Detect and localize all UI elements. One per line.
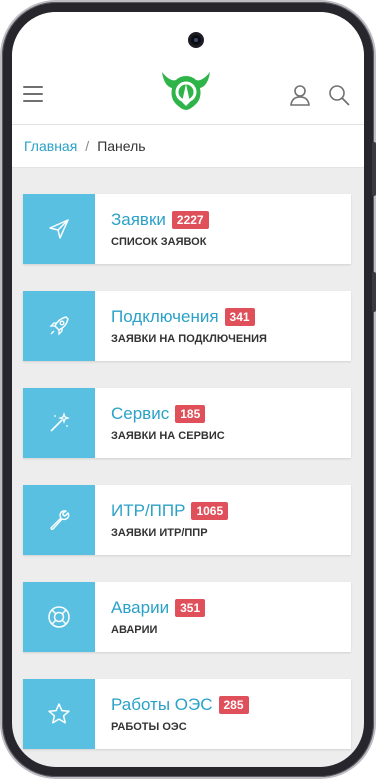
count-badge: 341 [224, 308, 255, 326]
card-title: Работы ОЭС [111, 695, 213, 714]
card-title: Аварии [111, 598, 170, 617]
card-subtitle: ЗАЯВКИ ИТР/ППР [111, 527, 208, 539]
card-service[interactable]: Сервис 185 ЗАЯВКИ НА СЕРВИС [23, 388, 351, 458]
breadcrumb-separator: / [85, 138, 90, 154]
card-subtitle: СПИСОК ЗАЯВОК [111, 236, 207, 248]
card-itr-ppr[interactable]: ИТР/ППР 1065 ЗАЯВКИ ИТР/ППР [23, 485, 351, 555]
count-badge: 351 [175, 599, 206, 617]
card-title: Заявки [111, 210, 166, 229]
screen: Главная / Панель Заявки 2227 СПИСОК ЗАЯВ… [12, 12, 364, 767]
send-icon [23, 194, 95, 264]
power-button [372, 272, 376, 312]
rocket-icon [23, 291, 95, 361]
lifebuoy-icon [23, 582, 95, 652]
volume-button [372, 142, 376, 196]
card-subtitle: ЗАЯВКИ НА СЕРВИС [111, 430, 225, 442]
card-title: ИТР/ППР [111, 501, 186, 520]
card-connections[interactable]: Подключения 341 ЗАЯВКИ НА ПОДКЛЮЧЕНИЯ [23, 291, 351, 361]
card-oes-works[interactable]: Работы ОЭС 285 РАБОТЫ ОЭС [23, 679, 351, 749]
card-title: Сервис [111, 404, 170, 423]
count-badge: 185 [175, 405, 206, 423]
search-icon[interactable] [328, 84, 350, 106]
card-subtitle: АВАРИИ [111, 624, 158, 636]
brand-logo[interactable] [160, 68, 212, 112]
magic-wand-icon [23, 388, 95, 458]
card-title: Подключения [111, 307, 219, 326]
count-badge: 285 [218, 696, 249, 714]
count-badge: 1065 [191, 502, 229, 520]
count-badge: 2227 [171, 211, 209, 229]
hamburger-icon[interactable] [23, 86, 43, 102]
user-icon[interactable] [289, 84, 311, 106]
phone-frame: Главная / Панель Заявки 2227 СПИСОК ЗАЯВ… [2, 2, 376, 777]
breadcrumb-current: Панель [97, 138, 146, 154]
breadcrumb-home-link[interactable]: Главная [24, 138, 77, 154]
card-subtitle: РАБОТЫ ОЭС [111, 721, 187, 733]
star-icon [23, 679, 95, 749]
app-header [12, 12, 364, 124]
dashboard-cards: Заявки 2227 СПИСОК ЗАЯВОК Подключения 34… [23, 194, 351, 767]
wrench-icon [23, 485, 95, 555]
card-requests[interactable]: Заявки 2227 СПИСОК ЗАЯВОК [23, 194, 351, 264]
card-accidents[interactable]: Аварии 351 АВАРИИ [23, 582, 351, 652]
card-subtitle: ЗАЯВКИ НА ПОДКЛЮЧЕНИЯ [111, 333, 267, 345]
breadcrumb: Главная / Панель [12, 124, 364, 168]
front-camera [188, 32, 204, 48]
